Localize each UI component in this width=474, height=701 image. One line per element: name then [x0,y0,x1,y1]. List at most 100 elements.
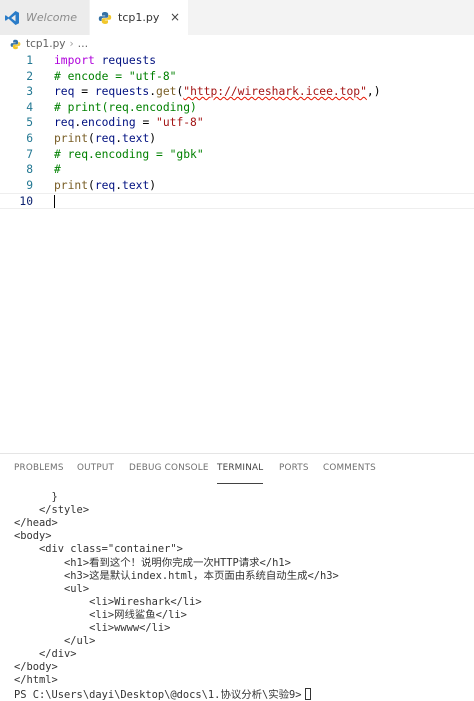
terminal-text: </body> [14,661,58,674]
code-text: # print(req.encoding) [54,100,197,116]
code-token: # req.encoding = "gbk" [54,147,204,161]
code-token: # [54,163,61,177]
code-token: ( [88,178,95,192]
code-line[interactable]: 2 # encode = "utf-8" [0,69,474,85]
code-line[interactable]: 7 # req.encoding = "gbk" [0,147,474,163]
tab-debug-console[interactable]: DEBUG CONSOLE [129,454,209,484]
terminal-cursor [304,687,311,700]
terminal-text: PS C:\Users\dayi\Desktop\@docs\1.协议分析\实验… [14,688,302,701]
tab-output[interactable]: OUTPUT [77,454,114,484]
code-text: # req.encoding = "gbk" [54,147,204,163]
terminal-text: </div> [14,648,77,661]
terminal-line: </head> [14,517,58,530]
line-number: 6 [26,132,33,145]
terminal-output[interactable]: } </style> </head> <body> <div class="cont… [0,491,474,701]
code-token: req [54,85,75,99]
code-text: # [54,162,61,178]
python-icon [10,39,21,49]
code-text: req = requests.get("http://wireshark.ice… [54,84,381,100]
code-line[interactable]: 8 # [0,162,474,178]
code-token: get [156,85,177,99]
tab-tcp1-py[interactable]: tcp1.py × [90,0,188,35]
code-token: ( [88,132,95,145]
code-text: # encode = "utf-8" [54,69,176,85]
code-line[interactable]: 5 req.encoding = "utf-8" [0,115,474,131]
code-line[interactable]: 6 print(req.text) [0,131,474,147]
code-line[interactable]: 3 req = requests.get("http://wireshark.ic… [0,84,474,100]
code-token: req [54,116,75,130]
line-number: 4 [26,100,33,114]
code-token: import [54,54,95,67]
code-line[interactable]: 10 [0,193,474,209]
code-line[interactable]: 9 print(req.text) [0,178,474,194]
tab-terminal[interactable]: TERMINAL [217,454,264,484]
editor-tab-bar: Welcome tcp1.py × [0,0,474,35]
code-token: # encode = "utf-8" [54,69,177,83]
terminal-text: <li>wwww</li> [14,622,171,634]
terminal-line: <div class="container"> [14,543,183,556]
code-token: print [54,132,89,145]
terminal-text: </style> [14,504,90,517]
line-number: 5 [26,116,33,130]
code-token: ,) [366,85,381,99]
terminal-text: <li>Wireshark</li> [14,595,202,608]
breadcrumb-file[interactable]: tcp1.py [26,38,65,50]
code-token: = [74,85,95,99]
code-token: req [94,132,116,145]
breadcrumb: tcp1.py › … [0,35,474,53]
code-line[interactable]: 4 # print(req.encoding) [0,100,474,116]
terminal-line: </body> [14,661,58,674]
code-token: text [122,178,150,192]
line-number: 10 [19,195,33,209]
code-token: # print(req.encoding) [54,100,197,114]
terminal-text: <ul> [14,582,90,595]
breadcrumb-separator: › [69,38,74,50]
code-token: ) [149,178,157,192]
terminal-line: </div> [14,648,77,661]
terminal-text: <body> [14,530,52,543]
breadcrumb-more[interactable]: … [78,38,89,50]
code-token: requests [94,85,150,99]
code-text: print(req.text) [54,131,156,147]
code-token: "http://wireshark.icee.top" [183,85,367,99]
terminal-line: <li>wwww</li> [14,622,170,635]
panel-tab-bar: PROBLEMS OUTPUT DEBUG CONSOLE TERMINAL P… [0,454,474,484]
tab-ports[interactable]: PORTS [279,454,309,484]
terminal-line: <li>Wireshark</li> [14,596,202,609]
terminal-line: </ul> [14,635,95,648]
code-token: print [54,178,89,192]
code-token: text [122,132,150,145]
terminal-line: <h3>这是默认index.html，本页面由系统自动生成</h3> [14,570,339,583]
terminal-prompt: PS C:\Users\dayi\Desktop\@docs\1.协议分析\实验… [14,687,311,701]
close-icon[interactable]: × [170,10,180,24]
tab-problems[interactable]: PROBLEMS [14,454,64,484]
python-icon [98,11,112,24]
terminal-line: <ul> [14,583,89,596]
code-token: requests [101,54,157,67]
code-token: "utf-8" [156,116,204,130]
line-number: 7 [26,147,33,161]
tab-welcome-label: Welcome [26,11,77,24]
tab-tcp1-py-label: tcp1.py [118,11,160,24]
code-token: encoding [81,116,136,130]
terminal-text: </head> [14,517,58,530]
code-token: req [94,178,116,192]
code-text: import requests [54,53,156,69]
code-line[interactable]: 1 import requests [0,53,474,69]
code-text: print(req.text) [54,178,156,194]
text-cursor [54,195,55,209]
terminal-text: </html> [14,674,58,687]
code-text: req.encoding = "utf-8" [54,115,204,131]
terminal-line: } [14,491,58,504]
tab-comments[interactable]: COMMENTS [323,454,376,484]
code-editor[interactable]: 1 import requests 2 # encode = "utf-8" 3 req … [0,53,474,453]
terminal-text: <h3>这是默认index.html，本页面由系统自动生成</h3> [14,569,339,582]
terminal-text: } [14,491,58,503]
tab-welcome[interactable]: Welcome [0,0,90,35]
line-number: 3 [26,85,33,99]
code-token: = [135,116,157,130]
line-number: 1 [26,54,33,67]
terminal-line: <body> [14,530,52,543]
terminal-line: </style> [14,504,89,517]
